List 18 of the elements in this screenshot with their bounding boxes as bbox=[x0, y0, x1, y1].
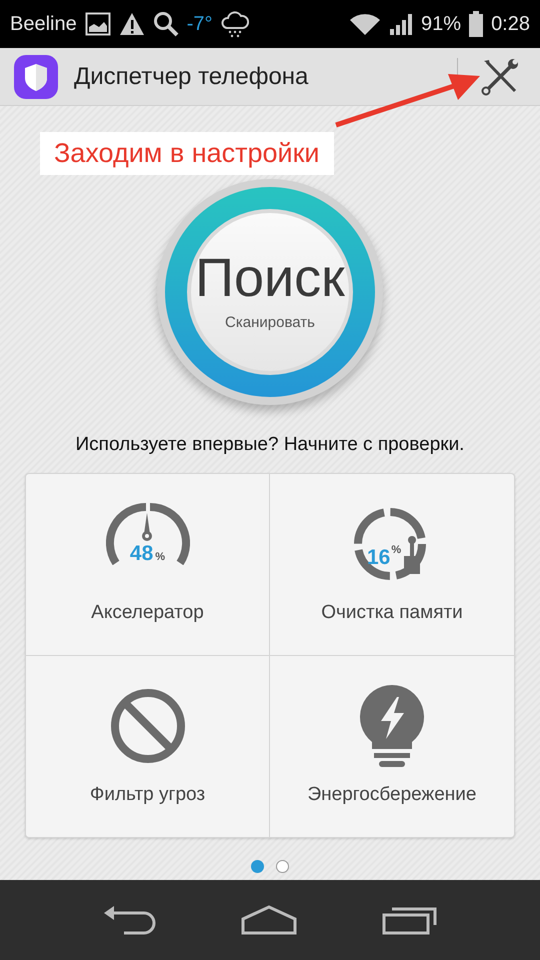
tool-label: Фильтр угроз bbox=[90, 783, 206, 807]
carrier-name: Beeline bbox=[10, 12, 77, 37]
clock-time: 0:28 bbox=[491, 12, 530, 37]
temperature: -7° bbox=[186, 12, 212, 37]
tool-tile[interactable]: Фильтр угроз bbox=[26, 656, 270, 837]
hint-text: Используете впервые? Начните с проверки. bbox=[76, 432, 464, 456]
memory-value: 16% bbox=[367, 543, 402, 571]
tool-tile[interactable]: Энергосбережение bbox=[270, 656, 514, 837]
speed-value: 48% bbox=[130, 543, 166, 567]
annotation-text: Заходим в настройки bbox=[54, 138, 320, 168]
tool-tile[interactable]: 16% Очистка памяти bbox=[270, 474, 514, 656]
tool-label: Очистка памяти bbox=[321, 601, 463, 625]
tool-label: Акселератор bbox=[91, 601, 204, 625]
battery-level: 91% bbox=[421, 12, 462, 37]
scan-button[interactable]: Поиск Сканировать bbox=[157, 178, 383, 404]
tool-tile[interactable]: 48% Акселератор bbox=[26, 474, 270, 656]
app-title: Диспетчер телефона bbox=[74, 62, 308, 92]
tool-label: Энергосбережение bbox=[308, 783, 476, 807]
